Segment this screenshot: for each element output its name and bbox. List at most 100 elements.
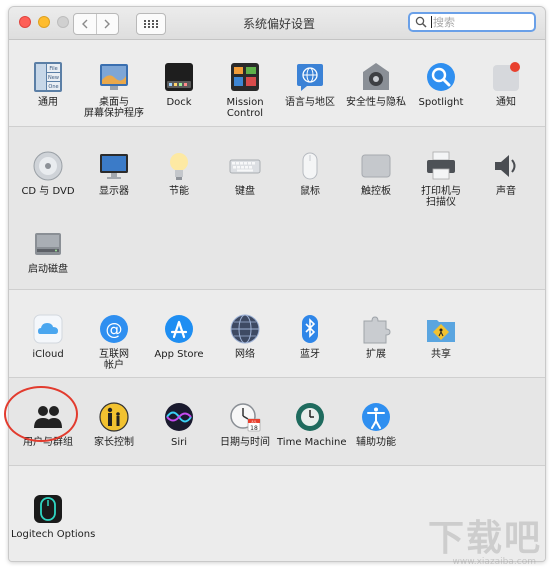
svg-text:18: 18 xyxy=(250,425,258,432)
pref-time-machine[interactable]: Time Machine xyxy=(277,400,347,448)
printer-icon xyxy=(427,151,455,180)
pref-parental-controls[interactable]: 家长控制 xyxy=(81,400,147,448)
watermark-url: www.xiazaiba.com xyxy=(452,557,536,567)
search-field[interactable]: 搜索 xyxy=(408,12,536,32)
pref-label: iCloud xyxy=(32,349,64,360)
pref-label: 节能 xyxy=(169,186,189,197)
pref-cd-dvd[interactable]: CD 与 DVD xyxy=(15,149,81,197)
pref-language-region[interactable]: 语言与地区 xyxy=(277,60,343,108)
zoom-button[interactable] xyxy=(57,16,69,28)
pref-label: 蓝牙 xyxy=(300,349,320,360)
pref-label: 网络 xyxy=(235,349,255,360)
pref-label: Time Machine xyxy=(277,437,347,448)
pref-label: 声音 xyxy=(496,186,516,197)
pref-label: 鼠标 xyxy=(300,186,320,197)
svg-text:JUL: JUL xyxy=(251,419,257,423)
section-system: 用户与群组 家长控制 Siri JUL 18 日期与时间 Time Machin… xyxy=(9,378,545,465)
pref-label: 通用 xyxy=(38,97,58,108)
security-icon xyxy=(363,63,389,90)
back-button[interactable] xyxy=(74,14,96,34)
pref-bluetooth[interactable]: 蓝牙 xyxy=(277,312,343,360)
titlebar: 系统偏好设置 搜索 xyxy=(9,7,545,40)
svg-text:New: New xyxy=(48,75,59,81)
pref-label: 触控板 xyxy=(361,186,391,197)
pref-label: 共享 xyxy=(431,349,451,360)
pref-label: App Store xyxy=(154,349,204,360)
highlight-circle xyxy=(4,386,78,442)
extensions-icon xyxy=(363,316,391,344)
pref-label: Dock xyxy=(166,97,192,108)
accessibility-icon xyxy=(362,403,390,431)
svg-text:File: File xyxy=(49,66,57,72)
forward-button[interactable] xyxy=(95,14,119,34)
pref-spotlight[interactable]: Spotlight xyxy=(408,60,474,108)
mission-control-icon xyxy=(231,63,259,91)
display-icon xyxy=(100,154,128,179)
pref-keyboard[interactable]: 键盘 xyxy=(212,149,278,197)
trackpad-icon xyxy=(361,154,391,178)
cd-dvd-icon xyxy=(33,151,63,181)
general-icon: File New One xyxy=(34,62,62,92)
pref-label: Siri xyxy=(170,437,187,448)
pref-extensions[interactable]: 扩展 xyxy=(343,312,409,360)
pref-energy-saver[interactable]: 节能 xyxy=(146,149,212,197)
system-preferences-window: 系统偏好设置 搜索 File New One 通用 桌面与 屏幕保护程序 Doc… xyxy=(8,6,546,562)
pref-label: Logitech Options xyxy=(11,529,96,540)
show-all-button[interactable] xyxy=(136,13,166,35)
minimize-button[interactable] xyxy=(38,16,50,28)
pref-notifications[interactable]: 通知 xyxy=(473,60,539,108)
pref-mission-control[interactable]: Mission Control xyxy=(212,60,278,119)
notifications-icon xyxy=(493,62,520,91)
text-caret xyxy=(431,16,432,28)
section-hardware: CD 与 DVD 显示器 节能 键盘 鼠标 触控板 打印机与 扫描仪 声音 启动… xyxy=(9,127,545,289)
pref-accessibility[interactable]: 辅助功能 xyxy=(343,400,409,448)
pref-label: Mission xyxy=(226,97,264,108)
sharing-icon xyxy=(427,320,455,342)
startup-disk-icon xyxy=(35,233,61,255)
watermark-logo: 下载吧 xyxy=(427,518,542,559)
network-icon xyxy=(230,314,260,344)
pref-label: 家长控制 xyxy=(94,437,134,448)
pref-internet-accounts[interactable]: @ 互联网 帐户 xyxy=(81,312,147,371)
pref-date-time[interactable]: JUL 18 日期与时间 xyxy=(212,400,278,448)
nav-buttons xyxy=(73,13,119,35)
pref-mouse[interactable]: 鼠标 xyxy=(277,149,343,197)
pref-label: 打印机与 xyxy=(421,186,461,197)
pref-printers-scanners[interactable]: 打印机与 扫描仪 xyxy=(408,149,474,208)
pref-label: 通知 xyxy=(496,97,516,108)
pref-label: 键盘 xyxy=(235,186,255,197)
pref-label-2: Control xyxy=(226,108,264,119)
chevron-left-icon xyxy=(81,19,88,29)
pref-label: 辅助功能 xyxy=(356,437,396,448)
search-placeholder: 搜索 xyxy=(433,16,455,29)
pref-siri[interactable]: Siri xyxy=(146,400,212,448)
pref-label-2: 扫描仪 xyxy=(426,197,456,208)
svg-text:@: @ xyxy=(106,320,123,340)
section-internet: iCloud @ 互联网 帐户 App Store 网络 蓝牙 扩展 共享 xyxy=(9,290,545,377)
energy-icon xyxy=(170,153,188,180)
pref-label: 桌面与 xyxy=(99,97,129,108)
pref-general[interactable]: File New One 通用 xyxy=(15,60,81,108)
pref-startup-disk[interactable]: 启动磁盘 xyxy=(15,227,81,275)
pref-sound[interactable]: 声音 xyxy=(473,149,539,197)
pref-label: 扩展 xyxy=(366,349,386,360)
pref-label-2: 帐户 xyxy=(104,360,124,371)
bluetooth-icon xyxy=(302,315,318,343)
parental-controls-icon xyxy=(99,402,129,432)
icloud-icon xyxy=(33,314,63,344)
logitech-icon xyxy=(34,495,62,523)
pref-desktop-screensaver[interactable]: 桌面与 屏幕保护程序 xyxy=(81,60,147,119)
pref-trackpad[interactable]: 触控板 xyxy=(343,149,409,197)
pref-sharing[interactable]: 共享 xyxy=(408,312,474,360)
pref-app-store[interactable]: App Store xyxy=(146,312,212,360)
pref-icloud[interactable]: iCloud xyxy=(15,312,81,360)
language-region-icon xyxy=(297,64,323,91)
close-button[interactable] xyxy=(19,16,31,28)
pref-dock[interactable]: Dock xyxy=(146,60,212,108)
pref-label: CD 与 DVD xyxy=(21,186,75,197)
pref-displays[interactable]: 显示器 xyxy=(81,149,147,197)
pref-logitech-options[interactable]: Logitech Options xyxy=(11,492,96,540)
pref-security-privacy[interactable]: 安全性与隐私 xyxy=(343,60,409,108)
svg-text:One: One xyxy=(48,84,58,90)
pref-network[interactable]: 网络 xyxy=(212,312,278,360)
